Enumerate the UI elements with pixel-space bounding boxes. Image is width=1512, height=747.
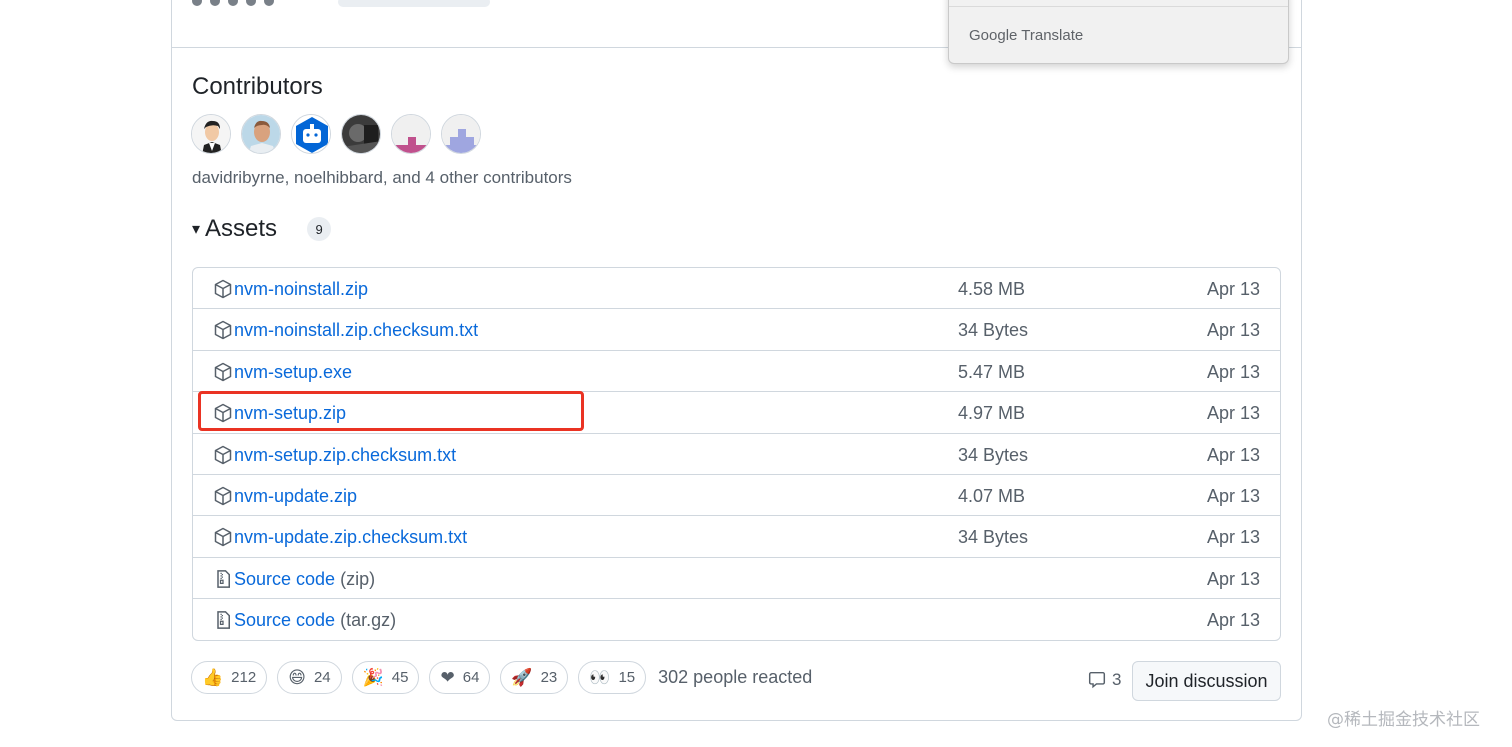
reaction-button[interactable]: 🚀 23: [500, 661, 569, 694]
rocket-icon: 🚀: [511, 667, 533, 688]
reaction-count: 23: [540, 669, 558, 686]
comment-icon: [1088, 671, 1106, 689]
google-translate-label[interactable]: Google Translate: [969, 27, 1083, 44]
avatar-dark[interactable]: [341, 114, 381, 154]
asset-row: nvm-noinstall.zip.checksum.txt 34 Bytes Ap…: [193, 309, 1280, 351]
asset-name[interactable]: nvm-setup.zip: [234, 403, 346, 423]
asset-date: Apr 13: [1206, 610, 1260, 631]
asset-suffix[interactable]: (zip): [340, 569, 375, 589]
avatar-purple[interactable]: [441, 114, 481, 154]
reaction-button[interactable]: 👍 212: [191, 661, 268, 694]
asset-size: 4.07 MB: [958, 485, 1026, 506]
asset-link[interactable]: nvm-setup.zip: [234, 403, 346, 424]
asset-date: Apr 13: [1206, 279, 1260, 299]
reaction-button[interactable]: 👀 15: [578, 661, 647, 694]
package-icon: [213, 320, 233, 340]
asset-link[interactable]: nvm-update.zip: [234, 486, 357, 507]
asset-date: Apr 13: [1206, 527, 1260, 548]
asset-link[interactable]: nvm-setup.zip.checksum.txt: [234, 445, 456, 466]
asset-name[interactable]: nvm-update.zip.checksum.txt: [234, 527, 467, 547]
asset-name[interactable]: nvm-noinstall.zip: [234, 279, 368, 299]
reaction-button[interactable]: ❤ 64: [429, 661, 491, 694]
asset-row: Source code (tar.gz) Apr 13: [193, 599, 1280, 640]
asset-row: nvm-noinstall.zip 4.58 MB Apr 13: [193, 268, 1280, 310]
reaction-count: 24: [313, 669, 331, 686]
asset-suffix[interactable]: (tar.gz): [340, 610, 396, 630]
file-zip-icon: [213, 569, 233, 589]
asset-name[interactable]: nvm-noinstall.zip.checksum.txt: [234, 320, 478, 340]
asset-size: 34 Bytes: [958, 444, 1029, 465]
assets-header[interactable]: ▾ Assets 9: [192, 215, 332, 243]
popup-divider: [949, 6, 1288, 7]
asset-name[interactable]: Source code: [234, 569, 335, 589]
package-icon: [213, 279, 233, 299]
contributors-title: Contributors: [192, 73, 323, 100]
contributors-avatars: [191, 114, 481, 154]
package-icon: [213, 403, 233, 423]
reaction-count: 45: [391, 669, 409, 686]
join-discussion-button[interactable]: Join discussion: [1132, 661, 1281, 701]
asset-row: nvm-setup.exe 5.47 MB Apr 13: [193, 351, 1280, 393]
avatar-cartoon[interactable]: [191, 114, 231, 154]
file-zip-icon: [213, 610, 233, 630]
reaction-button[interactable]: 😄 24: [277, 661, 342, 694]
eyes-icon: 👀: [589, 667, 611, 688]
package-icon: [213, 445, 233, 465]
asset-size: 4.58 MB: [958, 279, 1026, 299]
heart-icon: ❤: [440, 667, 455, 688]
asset-date: Apr 13: [1206, 444, 1260, 465]
asset-row: nvm-update.zip 4.07 MB Apr 13: [193, 475, 1280, 517]
contributors-summary: davidribyrne, noelhibbard, and 4 other c…: [192, 168, 572, 187]
assets-count-badge: 9: [307, 217, 332, 241]
reaction-button[interactable]: 🎉 45: [351, 661, 420, 694]
asset-size: 34 Bytes: [958, 527, 1029, 548]
reaction-count: 212: [231, 669, 257, 686]
package-icon: [213, 362, 233, 382]
truncated-text: [192, 0, 312, 7]
asset-link[interactable]: nvm-setup.exe: [234, 362, 352, 383]
asset-date: Apr 13: [1206, 568, 1260, 589]
hooray-icon: 🎉: [362, 667, 384, 688]
laugh-icon: 😄: [288, 667, 306, 688]
package-icon: [213, 527, 233, 547]
comment-count[interactable]: 3: [1088, 670, 1121, 690]
reactions-bar: 👍 212 😄 24 🎉 45 ❤ 64 🚀 23 👀 15 302 people reacted: [191, 661, 812, 694]
asset-link[interactable]: Source code (zip): [234, 569, 375, 590]
asset-name[interactable]: Source code: [234, 610, 335, 630]
google-translate-popup[interactable]: Google Translate: [948, 0, 1289, 64]
asset-row: nvm-update.zip.checksum.txt 34 Bytes Apr 1…: [193, 516, 1280, 558]
asset-row: nvm-setup.zip 4.97 MB Apr 13: [193, 392, 1280, 434]
asset-row: Source code (zip) Apr 13: [193, 558, 1280, 600]
reactions-summary: 302 people reacted: [658, 667, 813, 687]
asset-date: Apr 13: [1206, 320, 1260, 341]
asset-date: Apr 13: [1206, 403, 1260, 424]
asset-size: 4.97 MB: [958, 403, 1026, 424]
truncated-label: [338, 0, 490, 7]
asset-row: nvm-setup.zip.checksum.txt 34 Bytes Apr 13: [193, 434, 1280, 475]
avatar-photo[interactable]: [241, 114, 281, 154]
asset-size: 34 Bytes: [958, 320, 1029, 341]
reaction-count: 15: [618, 669, 636, 686]
assets-list: nvm-noinstall.zip 4.58 MB Apr 13 nvm-noinst…: [192, 267, 1281, 641]
asset-link[interactable]: nvm-noinstall.zip: [234, 279, 368, 300]
asset-size: 5.47 MB: [958, 361, 1026, 382]
assets-title[interactable]: Assets: [205, 215, 277, 243]
reaction-count: 64: [462, 669, 480, 686]
asset-name[interactable]: nvm-setup.exe: [234, 362, 352, 382]
avatar-bot[interactable]: [291, 114, 331, 154]
asset-name[interactable]: nvm-setup.zip.checksum.txt: [234, 445, 456, 465]
watermark: @稀土掘金技术社区: [1327, 710, 1480, 730]
caret-down-icon[interactable]: ▾: [192, 219, 200, 239]
package-icon: [213, 486, 233, 506]
asset-date: Apr 13: [1206, 361, 1260, 382]
asset-link[interactable]: Source code (tar.gz): [234, 610, 396, 631]
comment-count-value: 3: [1112, 670, 1122, 689]
asset-name[interactable]: nvm-update.zip: [234, 486, 357, 506]
asset-link[interactable]: nvm-noinstall.zip.checksum.txt: [234, 320, 478, 341]
asset-link[interactable]: nvm-update.zip.checksum.txt: [234, 527, 467, 548]
avatar-pink[interactable]: [391, 114, 431, 154]
asset-date: Apr 13: [1206, 485, 1260, 506]
thumbs-up-icon: 👍: [202, 667, 224, 688]
